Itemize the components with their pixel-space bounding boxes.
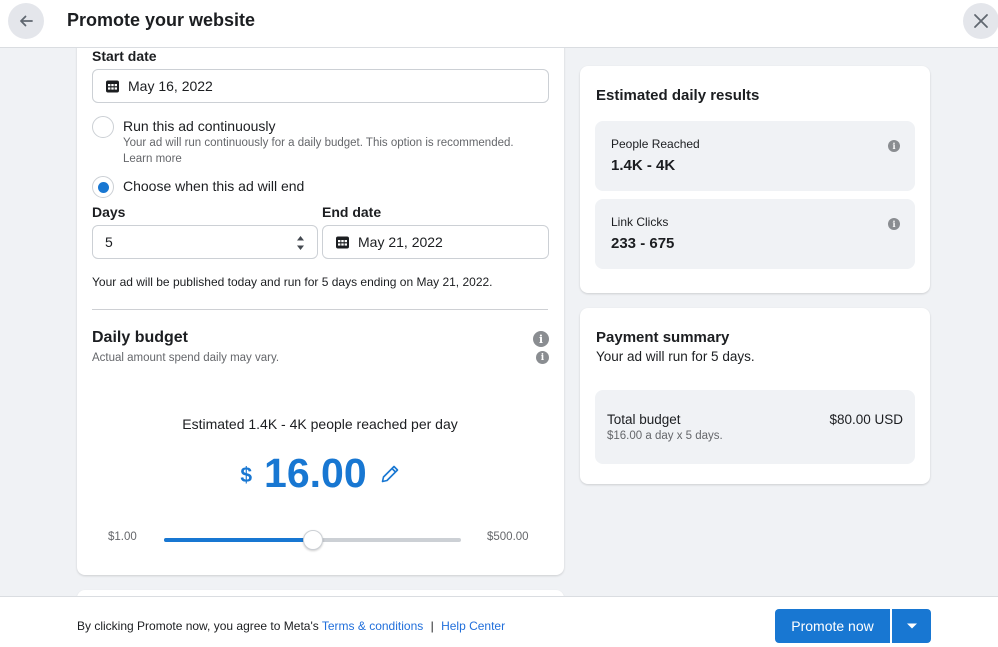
run-continuously-label: Run this ad continuously <box>123 118 276 134</box>
back-button[interactable] <box>8 3 44 39</box>
agreement-prefix: By clicking Promote now, you agree to Me… <box>77 619 319 633</box>
caret-down-icon <box>906 622 918 630</box>
end-date-field[interactable]: May 21, 2022 <box>322 225 549 259</box>
daily-budget-title: Daily budget <box>92 329 188 347</box>
info-icon[interactable]: i <box>536 351 549 364</box>
run-continuously-description: Your ad will run continuously for a dail… <box>123 135 514 151</box>
total-budget-detail: $16.00 a day x 5 days. <box>607 430 723 442</box>
days-input[interactable]: 5 <box>92 225 318 259</box>
learn-more-link[interactable]: Learn more <box>123 151 182 167</box>
stat-label: Link Clicks <box>611 215 668 229</box>
stat-value: 1.4K - 4K <box>611 157 675 174</box>
arrow-left-icon <box>17 12 35 30</box>
payment-subtitle: Your ad will run for 5 days. <box>596 349 755 364</box>
budget-amount: 16.00 <box>264 450 367 497</box>
pencil-icon[interactable] <box>380 464 400 484</box>
info-icon[interactable]: i <box>888 218 900 230</box>
stepper-icon[interactable] <box>296 235 305 254</box>
payment-title: Payment summary <box>596 329 729 346</box>
total-budget-box: Total budget $16.00 a day x 5 days. $80.… <box>595 390 915 464</box>
budget-slider[interactable] <box>164 538 461 542</box>
total-budget-value: $80.00 USD <box>829 412 903 427</box>
stat-link-clicks: Link Clicks 233 - 675 i <box>595 199 915 269</box>
stat-value: 233 - 675 <box>611 235 674 252</box>
calendar-icon <box>105 79 120 94</box>
reach-estimate: Estimated 1.4K - 4K people reached per d… <box>92 416 548 432</box>
close-button[interactable] <box>963 3 998 39</box>
budget-amount-display: $ 16.00 <box>92 450 548 497</box>
days-label: Days <box>92 204 125 220</box>
separator: | <box>431 619 434 633</box>
start-date-value: May 16, 2022 <box>128 78 213 94</box>
run-continuously-radio[interactable] <box>92 116 114 138</box>
choose-end-label: Choose when this ad will end <box>123 178 304 194</box>
close-icon <box>972 12 990 30</box>
calendar-icon <box>335 235 350 250</box>
header: Promote your website <box>0 0 998 48</box>
choose-end-radio[interactable] <box>92 176 114 198</box>
estimated-results-card: Estimated daily results People Reached 1… <box>580 66 930 293</box>
slider-max-label: $500.00 <box>487 529 529 545</box>
info-icon[interactable]: i <box>888 140 900 152</box>
total-budget-label: Total budget <box>607 412 681 427</box>
terms-link[interactable]: Terms & conditions <box>322 619 423 633</box>
promote-options-button[interactable] <box>892 609 931 643</box>
daily-budget-subtitle: Actual amount spend daily may vary. <box>92 350 279 366</box>
days-value: 5 <box>105 234 113 250</box>
stat-label: People Reached <box>611 137 700 151</box>
start-date-field[interactable]: May 16, 2022 <box>92 69 549 103</box>
stat-people-reached: People Reached 1.4K - 4K i <box>595 121 915 191</box>
help-center-link[interactable]: Help Center <box>441 619 505 633</box>
results-title: Estimated daily results <box>596 87 759 104</box>
end-date-value: May 21, 2022 <box>358 234 443 250</box>
slider-fill <box>164 538 313 542</box>
slider-thumb[interactable] <box>303 530 323 550</box>
divider <box>92 309 548 310</box>
currency-symbol: $ <box>240 464 252 488</box>
agreement-text: By clicking Promote now, you agree to Me… <box>77 619 505 633</box>
page-title: Promote your website <box>67 10 255 31</box>
promote-now-button[interactable]: Promote now <box>775 609 890 643</box>
info-icon[interactable]: i <box>533 331 549 347</box>
start-date-label: Start date <box>92 48 157 64</box>
slider-min-label: $1.00 <box>108 529 137 545</box>
schedule-summary: Your ad will be published today and run … <box>92 274 493 290</box>
payment-summary-card: Payment summary Your ad will run for 5 d… <box>580 308 930 484</box>
end-date-label: End date <box>322 204 381 220</box>
